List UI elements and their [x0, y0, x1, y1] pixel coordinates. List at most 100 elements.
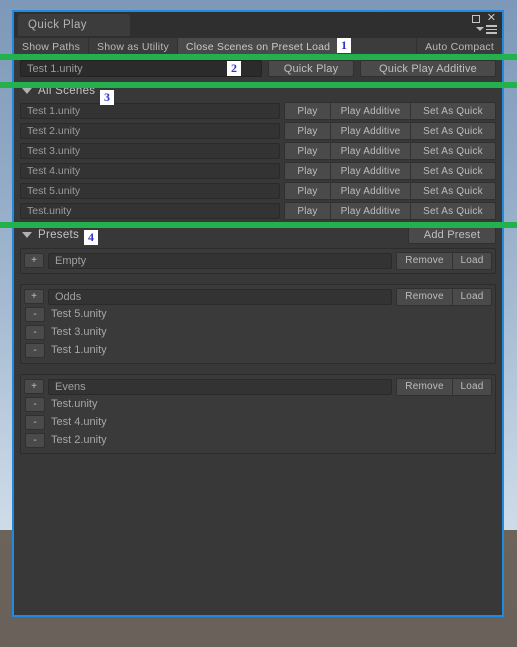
preset-scene-name: Test 3.unity	[51, 326, 107, 338]
scene-name: Test 5.unity	[20, 183, 280, 199]
preset-name-field[interactable]: Empty	[48, 252, 392, 269]
chevron-down-icon	[476, 27, 484, 32]
annotation-marker-4: 4	[84, 230, 98, 245]
preset-name-field[interactable]: Odds	[48, 288, 392, 305]
quick-play-button[interactable]: Quick Play	[268, 60, 354, 77]
play-additive-button[interactable]: Play Additive	[331, 163, 411, 179]
preset-header: + Empty Remove Load	[24, 251, 492, 270]
scene-name: Test 1.unity	[20, 103, 280, 119]
load-preset-button[interactable]: Load	[453, 252, 491, 269]
annotation-band-quickplay	[0, 82, 517, 88]
preset-actions: Remove Load	[396, 287, 492, 306]
remove-preset-button[interactable]: Remove	[397, 378, 453, 395]
play-additive-button[interactable]: Play Additive	[331, 143, 411, 159]
annotation-band-scenes	[0, 222, 517, 228]
add-preset-button[interactable]: Add Preset	[408, 226, 496, 244]
list-item: - Test.unity	[24, 395, 492, 413]
window-controls: ✕	[471, 13, 496, 24]
set-as-quick-button[interactable]: Set As Quick	[411, 103, 495, 119]
table-row: Test 1.unity Play Play Additive Set As Q…	[14, 101, 502, 121]
play-additive-button[interactable]: Play Additive	[331, 203, 411, 219]
list-item: - Test 2.unity	[24, 431, 492, 449]
list-item: - Test 3.unity	[24, 323, 492, 341]
remove-preset-button[interactable]: Remove	[397, 288, 453, 305]
scene-actions: Play Play Additive Set As Quick	[284, 102, 496, 120]
triangle-down-icon	[22, 232, 32, 238]
set-as-quick-button[interactable]: Set As Quick	[411, 183, 495, 199]
remove-scene-button[interactable]: -	[25, 324, 45, 340]
annotation-marker-2: 2	[227, 61, 241, 76]
set-as-quick-button[interactable]: Set As Quick	[411, 143, 495, 159]
remove-preset-button[interactable]: Remove	[397, 252, 453, 269]
play-additive-button[interactable]: Play Additive	[331, 103, 411, 119]
preset-scene-name: Test 4.unity	[51, 416, 107, 428]
remove-scene-button[interactable]: -	[25, 306, 45, 322]
add-scene-to-preset-button[interactable]: +	[24, 379, 44, 394]
set-as-quick-button[interactable]: Set As Quick	[411, 203, 495, 219]
table-row: Test 4.unity Play Play Additive Set As Q…	[14, 161, 502, 181]
preset-card: + Evens Remove Load - Test.unity - Test …	[20, 374, 496, 454]
preset-header: + Evens Remove Load	[24, 377, 492, 396]
window-menu-button[interactable]	[476, 25, 497, 34]
window-titlebar: Quick Play ✕	[14, 12, 502, 38]
scene-actions: Play Play Additive Set As Quick	[284, 182, 496, 200]
preset-scene-name: Test.unity	[51, 398, 98, 410]
all-scenes-section: All Scenes Test 1.unity Play Play Additi…	[14, 81, 502, 221]
play-additive-button[interactable]: Play Additive	[331, 183, 411, 199]
presets-section: Presets Add Preset + Empty Remove Load +	[14, 221, 502, 454]
tab-quick-play[interactable]: Quick Play	[18, 14, 130, 36]
play-button[interactable]: Play	[285, 103, 331, 119]
table-row: Test 5.unity Play Play Additive Set As Q…	[14, 181, 502, 201]
play-button[interactable]: Play	[285, 143, 331, 159]
table-row: Test 3.unity Play Play Additive Set As Q…	[14, 141, 502, 161]
table-row: Test.unity Play Play Additive Set As Qui…	[14, 201, 502, 221]
set-as-quick-button[interactable]: Set As Quick	[411, 163, 495, 179]
remove-scene-button[interactable]: -	[25, 396, 45, 412]
play-additive-button[interactable]: Play Additive	[331, 123, 411, 139]
preset-name-field[interactable]: Evens	[48, 378, 392, 395]
load-preset-button[interactable]: Load	[453, 378, 491, 395]
preset-scene-name: Test 1.unity	[51, 344, 107, 356]
quick-play-window: Quick Play ✕ Show Paths Show as Utility …	[12, 10, 504, 617]
list-item: - Test 5.unity	[24, 305, 492, 323]
set-as-quick-button[interactable]: Set As Quick	[411, 123, 495, 139]
remove-scene-button[interactable]: -	[25, 414, 45, 430]
preset-scene-name: Test 5.unity	[51, 308, 107, 320]
scene-actions: Play Play Additive Set As Quick	[284, 202, 496, 220]
all-scenes-list: Test 1.unity Play Play Additive Set As Q…	[14, 101, 502, 221]
preset-scene-name: Test 2.unity	[51, 434, 107, 446]
quick-play-scene-field[interactable]: Test 1.unity	[20, 60, 262, 77]
table-row: Test 2.unity Play Play Additive Set As Q…	[14, 121, 502, 141]
preset-actions: Remove Load	[396, 377, 492, 396]
triangle-down-icon	[22, 88, 32, 94]
add-scene-to-preset-button[interactable]: +	[24, 253, 44, 268]
scene-name: Test 3.unity	[20, 143, 280, 159]
remove-scene-button[interactable]: -	[25, 432, 45, 448]
screen: Quick Play ✕ Show Paths Show as Utility …	[0, 0, 517, 647]
list-item: - Test 1.unity	[24, 341, 492, 359]
play-button[interactable]: Play	[285, 123, 331, 139]
add-scene-to-preset-button[interactable]: +	[24, 289, 44, 304]
annotation-marker-1: 1	[337, 38, 351, 53]
scene-actions: Play Play Additive Set As Quick	[284, 142, 496, 160]
quick-play-additive-button[interactable]: Quick Play Additive	[360, 60, 496, 77]
preset-card: + Odds Remove Load - Test 5.unity - Test…	[20, 284, 496, 364]
play-button[interactable]: Play	[285, 203, 331, 219]
load-preset-button[interactable]: Load	[453, 288, 491, 305]
preset-actions: Remove Load	[396, 251, 492, 270]
maximize-icon[interactable]	[471, 14, 480, 23]
close-icon[interactable]: ✕	[487, 13, 496, 24]
list-item: - Test 4.unity	[24, 413, 492, 431]
scene-actions: Play Play Additive Set As Quick	[284, 162, 496, 180]
preset-card: + Empty Remove Load	[20, 248, 496, 274]
preset-header: + Odds Remove Load	[24, 287, 492, 306]
presets-label: Presets	[38, 229, 80, 241]
hamburger-menu-icon	[486, 25, 497, 34]
remove-scene-button[interactable]: -	[25, 342, 45, 358]
annotation-band-toolbar	[0, 54, 517, 60]
scene-name: Test 4.unity	[20, 163, 280, 179]
play-button[interactable]: Play	[285, 163, 331, 179]
scene-name: Test 2.unity	[20, 123, 280, 139]
play-button[interactable]: Play	[285, 183, 331, 199]
scene-actions: Play Play Additive Set As Quick	[284, 122, 496, 140]
